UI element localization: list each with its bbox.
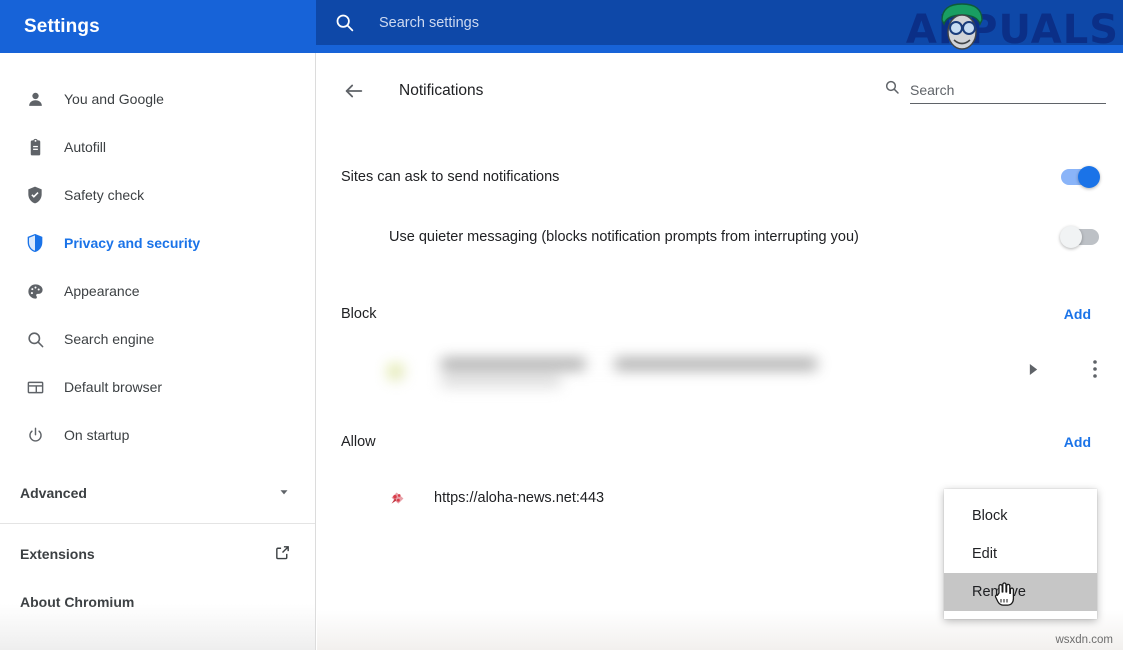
sidebar-item-label: Safety check	[64, 187, 145, 203]
sidebar-item-you-and-google[interactable]: You and Google	[0, 75, 315, 123]
sidebar-item-label: Default browser	[64, 379, 163, 395]
sidebar-item-appearance[interactable]: Appearance	[0, 267, 315, 315]
section-title: Allow	[341, 434, 376, 450]
shield-check-icon	[24, 184, 46, 206]
sidebar-item-label: Privacy and security	[64, 235, 201, 251]
sidebar-item-on-startup[interactable]: On startup	[0, 411, 315, 459]
site-context-menu: Block Edit Remove	[944, 489, 1097, 619]
sites-can-ask-toggle[interactable]	[1061, 166, 1100, 188]
back-arrow-icon[interactable]	[341, 78, 367, 104]
sidebar-advanced-label: Advanced	[20, 485, 87, 501]
setting-row-quieter-messaging: Use quieter messaging (blocks notificati…	[317, 211, 1123, 263]
sidebar-advanced-toggle[interactable]: Advanced	[0, 469, 315, 517]
section-header-allow: Allow Add	[317, 417, 1123, 467]
sidebar-item-default-browser[interactable]: Default browser	[0, 363, 315, 411]
table-row	[317, 339, 1123, 399]
site-favicon	[389, 490, 406, 507]
clipboard-icon	[24, 136, 46, 158]
add-allow-button[interactable]: Add	[1056, 428, 1099, 456]
menu-item-block[interactable]: Block	[944, 497, 1097, 535]
section-header-block: Block Add	[317, 289, 1123, 339]
toggle-knob	[1060, 226, 1082, 248]
sidebar-item-label: Extensions	[20, 546, 95, 562]
redacted-text-line	[441, 358, 817, 370]
sidebar-item-safety-check[interactable]: Safety check	[0, 171, 315, 219]
sidebar-item-label: Search engine	[64, 331, 155, 347]
sidebar-item-label: Autofill	[64, 139, 107, 155]
sidebar-item-privacy-and-security[interactable]: Privacy and security	[0, 219, 315, 267]
section-title: Block	[341, 306, 377, 322]
settings-window: Settings Search settings APPUALS You and…	[0, 0, 1123, 650]
sidebar: You and Google Autofill Safety check Pri…	[0, 53, 316, 650]
menu-item-label: Remove	[972, 584, 1026, 600]
app-title: Settings	[24, 15, 100, 37]
sidebar-item-search-engine[interactable]: Search engine	[0, 315, 315, 363]
setting-label: Use quieter messaging (blocks notificati…	[389, 229, 859, 245]
sidebar-bottom-links: Extensions About Chromium	[0, 524, 315, 626]
setting-row-sites-can-ask: Sites can ask to send notifications	[317, 151, 1123, 203]
topbar-accent-strip	[316, 45, 1123, 53]
browser-window-icon	[24, 376, 46, 398]
triangle-right-icon[interactable]	[1021, 357, 1045, 381]
search-settings-field[interactable]: Search settings	[316, 0, 1123, 45]
redacted-text-gap	[585, 358, 615, 370]
menu-item-edit[interactable]: Edit	[944, 535, 1097, 573]
redacted-favicon	[389, 365, 404, 380]
chevron-down-icon	[277, 485, 291, 502]
search-icon	[334, 12, 355, 33]
menu-item-label: Block	[972, 508, 1008, 524]
search-icon	[24, 328, 46, 350]
page-header: Notifications	[317, 53, 1123, 129]
more-vertical-icon[interactable]	[1083, 357, 1107, 381]
sidebar-item-label: About Chromium	[20, 594, 135, 610]
sidebar-item-label: Appearance	[64, 283, 140, 299]
row-actions	[1021, 357, 1107, 381]
search-icon	[884, 79, 900, 104]
palette-icon	[24, 280, 46, 302]
shield-icon	[24, 232, 46, 254]
sidebar-item-extensions[interactable]: Extensions	[0, 530, 315, 578]
footer-watermark: wsxdn.com	[1055, 634, 1113, 646]
toggle-knob	[1078, 166, 1100, 188]
page-title: Notifications	[399, 82, 484, 99]
sidebar-item-about-chromium[interactable]: About Chromium	[0, 578, 315, 626]
sidebar-item-label: You and Google	[64, 91, 164, 107]
search-input[interactable]	[910, 82, 1106, 104]
quieter-messaging-toggle[interactable]	[1060, 226, 1099, 248]
external-link-icon	[274, 544, 291, 564]
sidebar-nav-list: You and Google Autofill Safety check Pri…	[0, 53, 315, 459]
redacted-text-line	[441, 375, 561, 387]
setting-label: Sites can ask to send notifications	[341, 169, 560, 185]
settings-title-area: Settings	[0, 0, 316, 53]
power-icon	[24, 424, 46, 446]
add-block-button[interactable]: Add	[1056, 300, 1099, 328]
page-search	[884, 79, 1106, 104]
redacted-site-entry	[389, 353, 819, 391]
sidebar-item-label: On startup	[64, 427, 130, 443]
sidebar-item-autofill[interactable]: Autofill	[0, 123, 315, 171]
person-icon	[24, 88, 46, 110]
menu-item-remove[interactable]: Remove	[944, 573, 1097, 611]
search-settings-placeholder: Search settings	[379, 14, 479, 31]
menu-item-label: Edit	[972, 546, 997, 562]
